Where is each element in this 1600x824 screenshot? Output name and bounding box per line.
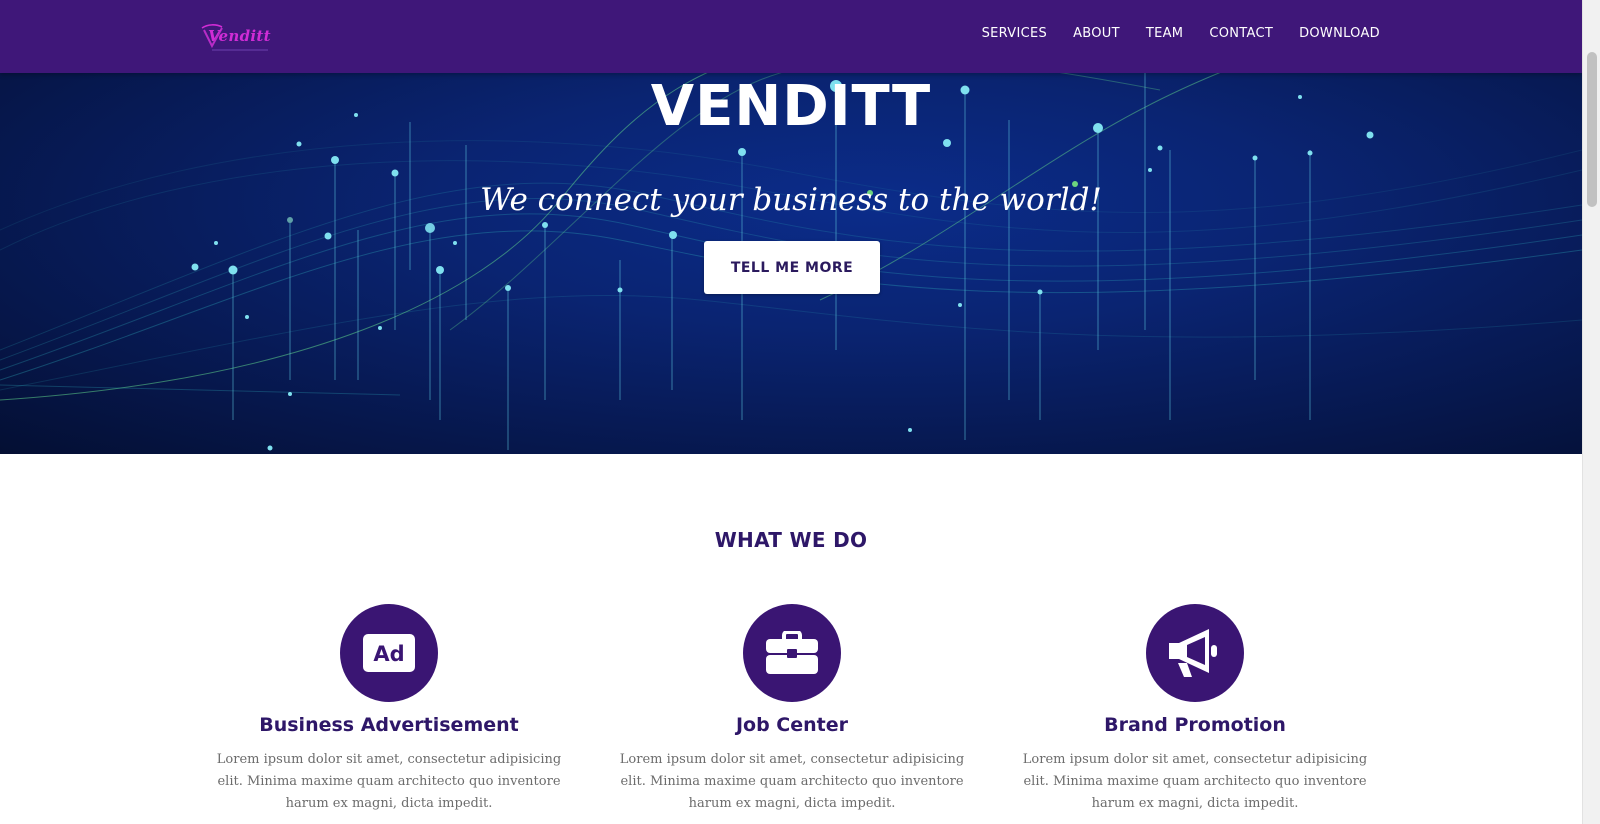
logo[interactable]: Venditt: [200, 22, 280, 54]
nav-link-about[interactable]: ABOUT: [1073, 26, 1120, 41]
scrollbar[interactable]: [1582, 0, 1600, 824]
logo-text: Venditt: [208, 27, 271, 45]
service-business-advertisement: Ad Business Advertisement Lorem ipsum do…: [199, 604, 579, 815]
nav-link-download[interactable]: DOWNLOAD: [1299, 26, 1380, 41]
tell-me-more-button[interactable]: TELL ME MORE: [704, 241, 880, 294]
scrollbar-thumb[interactable]: [1587, 52, 1597, 207]
service-description: Lorem ipsum dolor sit amet, consectetur …: [216, 752, 562, 811]
megaphone-icon: [1146, 604, 1244, 702]
nav-links: SERVICES ABOUT TEAM CONTACT DOWNLOAD: [982, 26, 1380, 41]
svg-text:Ad: Ad: [373, 642, 404, 666]
service-description: Lorem ipsum dolor sit amet, consectetur …: [1022, 752, 1368, 811]
nav-link-contact[interactable]: CONTACT: [1209, 26, 1273, 41]
service-job-center: Job Center Lorem ipsum dolor sit amet, c…: [602, 604, 982, 815]
what-we-do-title: WHAT WE DO: [714, 528, 868, 552]
hero-subtitle: We connect your business to the world!: [480, 182, 1102, 218]
navbar: Venditt SERVICES ABOUT TEAM CONTACT DOWN…: [0, 0, 1582, 73]
nav-link-services[interactable]: SERVICES: [982, 26, 1047, 41]
service-name: Job Center: [735, 714, 849, 736]
page: VENDITT We connect your business to the …: [0, 0, 1582, 824]
service-name: Brand Promotion: [1104, 714, 1286, 736]
service-brand-promotion: Brand Promotion Lorem ipsum dolor sit am…: [1005, 604, 1385, 815]
ad-icon: Ad: [340, 604, 438, 702]
nav-link-team[interactable]: TEAM: [1146, 26, 1183, 41]
briefcase-icon: [743, 604, 841, 702]
hero-title: VENDITT: [650, 74, 932, 139]
service-description: Lorem ipsum dolor sit amet, consectetur …: [619, 752, 965, 811]
service-name: Business Advertisement: [259, 714, 519, 736]
